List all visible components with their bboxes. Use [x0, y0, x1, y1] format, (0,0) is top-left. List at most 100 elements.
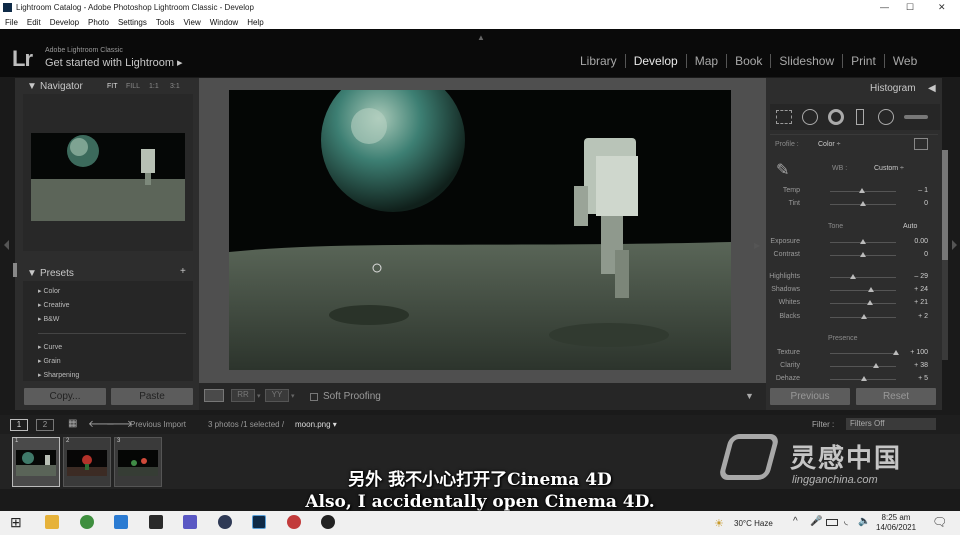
- page-1-button[interactable]: 1: [10, 419, 28, 431]
- module-book[interactable]: Book: [727, 54, 772, 68]
- slider-track[interactable]: [830, 277, 896, 278]
- slider-track[interactable]: [830, 366, 896, 367]
- presets-collapse-icon[interactable]: ▼: [27, 268, 37, 279]
- slider-highlights[interactable]: Highlights – 29: [769, 271, 928, 283]
- slider-shadows[interactable]: Shadows + 24: [771, 284, 928, 296]
- previous-import-label[interactable]: Previous Import: [130, 420, 186, 429]
- preset-group-grain[interactable]: ▸ Grain: [38, 357, 61, 365]
- slider-value[interactable]: + 100: [900, 349, 928, 356]
- menu-photo[interactable]: Photo: [88, 18, 109, 27]
- left-panel-toggle-icon[interactable]: [3, 240, 9, 250]
- slider-value[interactable]: + 21: [900, 299, 928, 306]
- spot-removal-icon[interactable]: [802, 109, 818, 125]
- windows-start-icon[interactable]: ⊞: [10, 514, 22, 531]
- right-panel-collapse-icon[interactable]: [952, 240, 958, 250]
- volume-icon[interactable]: 🔈: [858, 516, 870, 527]
- slider-value[interactable]: 0: [900, 251, 928, 258]
- menu-edit[interactable]: Edit: [27, 18, 41, 27]
- teams-icon[interactable]: [183, 515, 197, 529]
- zoom-1-1[interactable]: 1:1: [149, 83, 159, 90]
- slider-contrast[interactable]: Contrast 0: [774, 249, 928, 261]
- previous-button[interactable]: Previous: [770, 388, 850, 405]
- module-web[interactable]: Web: [885, 54, 925, 68]
- preset-group-creative[interactable]: ▸ Creative: [38, 301, 70, 309]
- graduated-filter-icon[interactable]: [856, 109, 864, 125]
- clock-time[interactable]: 8:25 am: [876, 513, 916, 522]
- weather-icon[interactable]: ☀: [714, 517, 724, 530]
- auto-tone-button[interactable]: Auto: [903, 223, 917, 230]
- slider-knob[interactable]: [872, 363, 879, 368]
- soft-proofing-checkbox[interactable]: [310, 393, 318, 401]
- copy-button[interactable]: Copy...: [24, 388, 106, 405]
- zoom-3-1[interactable]: 3:1: [170, 83, 180, 90]
- preset-group-bw[interactable]: ▸ B&W: [38, 315, 59, 323]
- swap-before-after-icon[interactable]: YY: [265, 389, 289, 402]
- slider-temp[interactable]: Temp – 1: [778, 185, 928, 197]
- slider-blacks[interactable]: Blacks + 2: [778, 311, 928, 323]
- slider-knob[interactable]: [861, 376, 868, 381]
- menu-develop[interactable]: Develop: [50, 18, 79, 27]
- panel-scroll-handle[interactable]: [13, 263, 17, 277]
- right-panel-scroll-thumb[interactable]: [942, 150, 948, 260]
- weather-text[interactable]: 30°C Haze: [734, 519, 773, 528]
- slider-value[interactable]: + 24: [900, 286, 928, 293]
- close-icon[interactable]: ✕: [938, 2, 946, 13]
- slider-value[interactable]: 0: [900, 200, 928, 207]
- module-slideshow[interactable]: Slideshow: [771, 54, 844, 68]
- loupe-view-icon[interactable]: [204, 389, 224, 402]
- vscode-icon[interactable]: [114, 515, 128, 529]
- radial-filter-icon[interactable]: [878, 109, 894, 125]
- slider-track[interactable]: [830, 303, 896, 304]
- slider-knob[interactable]: [893, 350, 899, 355]
- menu-window[interactable]: Window: [210, 18, 238, 27]
- module-library[interactable]: Library: [572, 54, 626, 68]
- preset-group-sharpening[interactable]: ▸ Sharpening: [38, 371, 79, 379]
- navigator-collapse-icon[interactable]: ▼: [27, 81, 37, 92]
- module-develop[interactable]: Develop: [626, 54, 687, 68]
- clock-date[interactable]: 14/06/2021: [876, 523, 916, 532]
- slider-knob[interactable]: [860, 252, 866, 257]
- minimize-icon[interactable]: —: [880, 2, 889, 12]
- profile-browser-icon[interactable]: [914, 138, 928, 150]
- microphone-icon[interactable]: 🎤: [810, 516, 822, 527]
- slider-clarity[interactable]: Clarity + 38: [778, 360, 928, 372]
- zoom-fit[interactable]: FIT: [107, 83, 118, 90]
- slider-knob[interactable]: [867, 287, 874, 292]
- slider-knob[interactable]: [860, 239, 866, 244]
- slider-value[interactable]: – 1: [900, 187, 928, 194]
- obs-icon[interactable]: [321, 515, 335, 529]
- slider-knob[interactable]: [860, 314, 867, 319]
- wb-select[interactable]: Custom ÷: [874, 165, 904, 172]
- menu-help[interactable]: Help: [247, 18, 263, 27]
- menu-tools[interactable]: Tools: [156, 18, 175, 27]
- battery-icon[interactable]: [826, 519, 838, 526]
- menu-file[interactable]: File: [5, 18, 18, 27]
- slider-value[interactable]: – 29: [900, 273, 928, 280]
- navigator-preview-image[interactable]: [31, 133, 185, 221]
- crop-tool-icon[interactable]: [776, 110, 792, 124]
- module-print[interactable]: Print: [843, 54, 885, 68]
- paste-button[interactable]: Paste: [111, 388, 193, 405]
- slider-value[interactable]: + 5: [900, 375, 928, 382]
- grid-view-icon[interactable]: ▦: [68, 418, 77, 429]
- before-after-icon[interactable]: RR: [231, 389, 255, 402]
- slider-exposure[interactable]: Exposure 0.00: [770, 236, 928, 248]
- preset-group-color[interactable]: ▸ Color: [38, 287, 60, 295]
- adjustment-brush-icon[interactable]: [904, 115, 928, 119]
- menu-settings[interactable]: Settings: [118, 18, 147, 27]
- menu-view[interactable]: View: [184, 18, 201, 27]
- filter-select[interactable]: Filters Off: [846, 418, 936, 430]
- slider-value[interactable]: + 38: [900, 362, 928, 369]
- add-preset-icon[interactable]: +: [180, 266, 186, 277]
- lightroom-taskbar-icon[interactable]: [252, 515, 266, 529]
- notifications-icon[interactable]: 🗨: [932, 515, 947, 529]
- file-explorer-icon[interactable]: [45, 515, 59, 529]
- filename-menu[interactable]: moon.png ▾: [295, 420, 337, 429]
- histogram-collapse-icon[interactable]: ◀: [928, 83, 936, 94]
- maximize-icon[interactable]: ☐: [906, 2, 914, 13]
- slider-whites[interactable]: Whites + 21: [778, 297, 928, 309]
- network-icon[interactable]: ◟: [844, 516, 848, 527]
- main-photo[interactable]: [229, 90, 731, 370]
- headset-icon[interactable]: [287, 515, 301, 529]
- slider-tint[interactable]: Tint 0: [778, 198, 928, 210]
